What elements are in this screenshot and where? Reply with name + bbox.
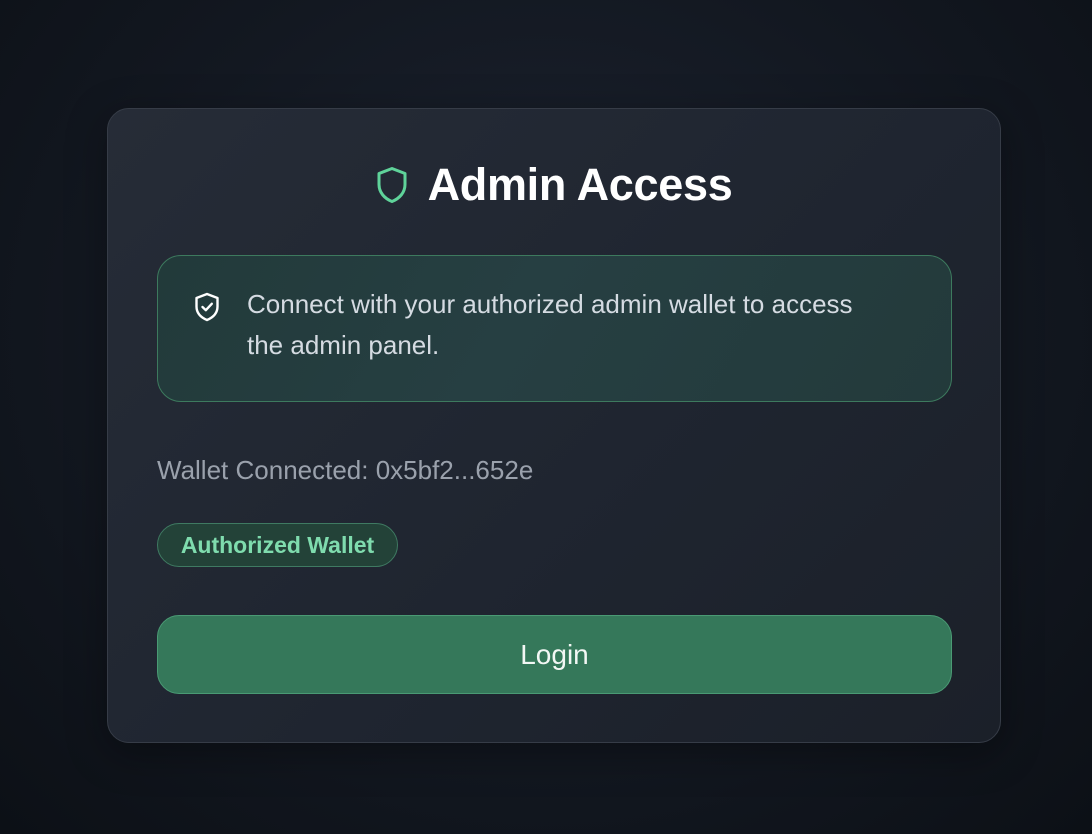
admin-access-card: Admin Access Connect with your authorize…: [107, 108, 1001, 743]
shield-icon: [376, 166, 408, 204]
info-callout: Connect with your authorized admin walle…: [157, 255, 952, 402]
wallet-status-text: Wallet Connected: 0x5bf2...652e: [157, 455, 534, 485]
page-title: Admin Access: [427, 159, 733, 210]
info-message: Connect with your authorized admin walle…: [247, 289, 853, 360]
login-button[interactable]: Login: [157, 615, 952, 694]
title-row: Admin Access: [108, 161, 1000, 209]
shield-check-icon: [194, 292, 220, 322]
authorized-wallet-badge: Authorized Wallet: [157, 523, 398, 567]
